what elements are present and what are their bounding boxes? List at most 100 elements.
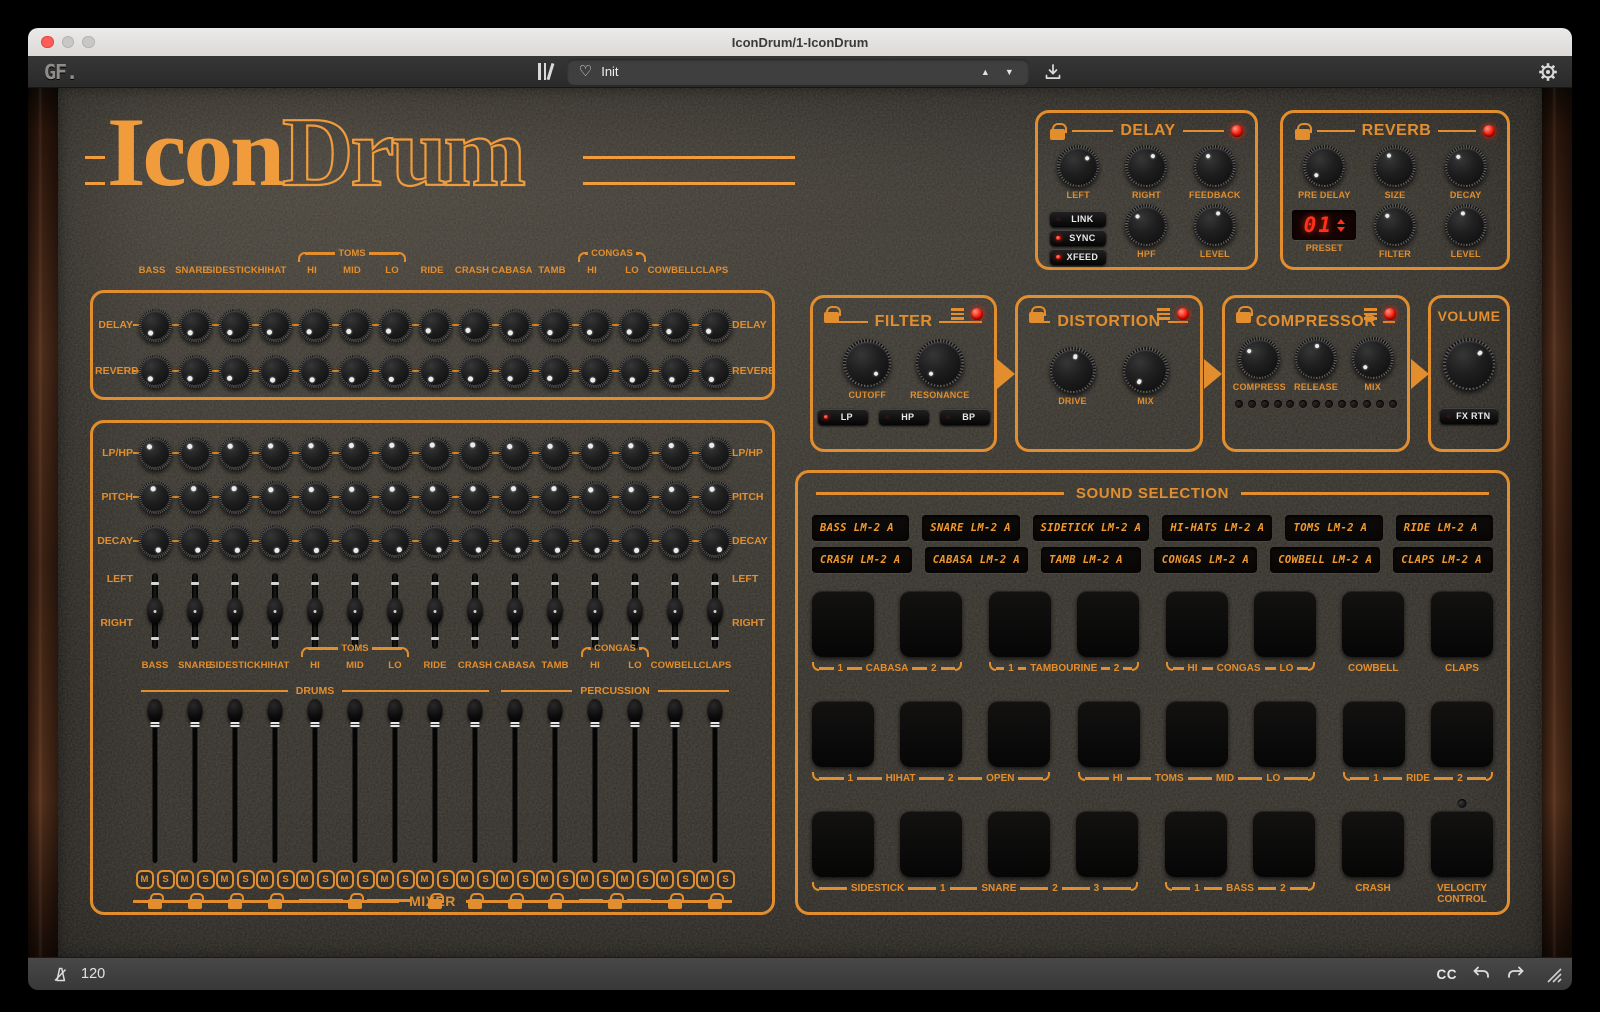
fader-ride-7[interactable]	[426, 699, 444, 863]
knob-lp-hp-hi-11[interactable]	[579, 437, 612, 470]
delay-sync-button[interactable]: SYNC	[1050, 230, 1106, 246]
fader-tamb-10[interactable]	[546, 699, 564, 863]
knob-lp-hp-snare-1[interactable]	[179, 437, 212, 470]
mute-button-hi-4[interactable]: M	[296, 870, 314, 889]
knob-lp-hp-mid-5[interactable]	[339, 437, 372, 470]
solo-button-hi-11[interactable]: S	[597, 870, 615, 889]
compressor-mix-knob[interactable]	[1352, 337, 1394, 379]
pad-toms-mid[interactable]	[1166, 701, 1228, 767]
pan-slider-tamb-10[interactable]	[546, 571, 564, 651]
mute-button-bass-0[interactable]: M	[136, 870, 154, 889]
sound-display-claps[interactable]: CLAPS LM-2 A	[1393, 547, 1493, 573]
redo-icon[interactable]	[1506, 966, 1525, 982]
lock-icon-sidestick-2[interactable]	[228, 899, 242, 909]
knob-pitch-sidestick-2[interactable]	[219, 481, 252, 514]
cc-mode-button[interactable]: CC	[1437, 967, 1458, 982]
delay-power-led[interactable]	[1231, 125, 1243, 137]
save-preset-icon[interactable]	[1044, 63, 1062, 81]
knob-decay-ride-7[interactable]	[419, 525, 452, 558]
settings-gear-icon[interactable]	[1538, 62, 1558, 82]
knob-reverb-hihat-3[interactable]	[259, 355, 292, 388]
knob-reverb-tamb-10[interactable]	[539, 355, 572, 388]
mute-button-mid-5[interactable]: M	[336, 870, 354, 889]
preset-up-icon[interactable]	[1337, 219, 1345, 224]
knob-delay-mid-5[interactable]	[339, 309, 372, 342]
pad-bass-1[interactable]	[1165, 811, 1227, 877]
pad-cowbell[interactable]	[1342, 591, 1404, 657]
solo-button-cowbell-13[interactable]: S	[677, 870, 695, 889]
tempo-value[interactable]: 120	[81, 966, 105, 982]
solo-button-hihat-3[interactable]: S	[277, 870, 295, 889]
knob-lp-hp-bass-0[interactable]	[139, 437, 172, 470]
solo-button-sidestick-2[interactable]: S	[237, 870, 255, 889]
mute-button-claps-14[interactable]: M	[696, 870, 714, 889]
sound-display-snare[interactable]: SNARE LM-2 A	[922, 515, 1019, 541]
reverb-level-knob[interactable]	[1445, 204, 1487, 246]
compressor-menu-icon[interactable]	[1364, 308, 1377, 320]
knob-pitch-lo-12[interactable]	[619, 481, 652, 514]
distortion-power-led[interactable]	[1177, 308, 1189, 320]
fader-snare-1[interactable]	[186, 699, 204, 863]
pan-slider-cabasa-9[interactable]	[506, 571, 524, 651]
knob-reverb-cabasa-9[interactable]	[499, 355, 532, 388]
pad-claps[interactable]	[1431, 591, 1493, 657]
knob-lp-hp-ride-7[interactable]	[419, 437, 452, 470]
knob-reverb-claps-14[interactable]	[699, 355, 732, 388]
knob-reverb-sidestick-2[interactable]	[219, 355, 252, 388]
pan-slider-mid-5[interactable]	[346, 571, 364, 651]
knob-pitch-cabasa-9[interactable]	[499, 481, 532, 514]
mute-button-cabasa-9[interactable]: M	[496, 870, 514, 889]
knob-decay-mid-5[interactable]	[339, 525, 372, 558]
pad-congas-lo[interactable]	[1254, 591, 1316, 657]
knob-pitch-crash-8[interactable]	[459, 481, 492, 514]
pad-hihat-2[interactable]	[900, 701, 962, 767]
preset-prev-icon[interactable]: ▲	[978, 65, 993, 79]
pad-tambourine-2[interactable]	[1077, 591, 1139, 657]
knob-delay-ride-7[interactable]	[419, 309, 452, 342]
knob-lp-hp-tamb-10[interactable]	[539, 437, 572, 470]
filter-cutoff-knob[interactable]	[843, 339, 891, 387]
knob-lp-hp-sidestick-2[interactable]	[219, 437, 252, 470]
pan-slider-lo-6[interactable]	[386, 571, 404, 651]
solo-button-lo-12[interactable]: S	[637, 870, 655, 889]
pad-snare-sidestick[interactable]	[812, 811, 874, 877]
filter-lp-button[interactable]: LP	[818, 409, 868, 425]
sound-display-cabasa[interactable]: CABASA LM-2 A	[925, 547, 1028, 573]
compressor-compress-knob[interactable]	[1238, 337, 1280, 379]
knob-decay-cabasa-9[interactable]	[499, 525, 532, 558]
knob-reverb-bass-0[interactable]	[139, 355, 172, 388]
filter-menu-icon[interactable]	[951, 308, 964, 320]
knob-lp-hp-crash-8[interactable]	[459, 437, 492, 470]
distortion-drive-knob[interactable]	[1050, 347, 1096, 393]
knob-pitch-claps-14[interactable]	[699, 481, 732, 514]
knob-delay-snare-1[interactable]	[179, 309, 212, 342]
knob-delay-cabasa-9[interactable]	[499, 309, 532, 342]
knob-reverb-hi-4[interactable]	[299, 355, 332, 388]
mute-button-crash-8[interactable]: M	[456, 870, 474, 889]
pad-ride-2[interactable]	[1431, 701, 1493, 767]
delay-link-button[interactable]: LINK	[1050, 211, 1106, 227]
knob-reverb-snare-1[interactable]	[179, 355, 212, 388]
solo-button-claps-14[interactable]: S	[717, 870, 735, 889]
pan-slider-hi-11[interactable]	[586, 571, 604, 651]
fader-lo-6[interactable]	[386, 699, 404, 863]
favorite-heart-icon[interactable]: ♡	[579, 64, 592, 79]
knob-reverb-cowbell-13[interactable]	[659, 355, 692, 388]
knob-delay-lo-12[interactable]	[619, 309, 652, 342]
volume-fx-rtn-button[interactable]: FX RTN	[1440, 408, 1498, 424]
preset-down-icon[interactable]	[1337, 227, 1345, 232]
lock-icon-tamb-10[interactable]	[548, 899, 562, 909]
pad-snare-1[interactable]	[900, 811, 962, 877]
solo-button-bass-0[interactable]: S	[157, 870, 175, 889]
pad-toms-hi[interactable]	[1078, 701, 1140, 767]
knob-pitch-lo-6[interactable]	[379, 481, 412, 514]
knob-decay-claps-14[interactable]	[699, 525, 732, 558]
zoom-button[interactable]	[82, 36, 95, 49]
reverb-size-knob[interactable]	[1374, 145, 1416, 187]
knob-decay-cowbell-13[interactable]	[659, 525, 692, 558]
pan-slider-claps-14[interactable]	[706, 571, 724, 651]
minimize-button[interactable]	[62, 36, 75, 49]
fader-hi-4[interactable]	[306, 699, 324, 863]
knob-lp-hp-hihat-3[interactable]	[259, 437, 292, 470]
pan-slider-bass-0[interactable]	[146, 571, 164, 651]
